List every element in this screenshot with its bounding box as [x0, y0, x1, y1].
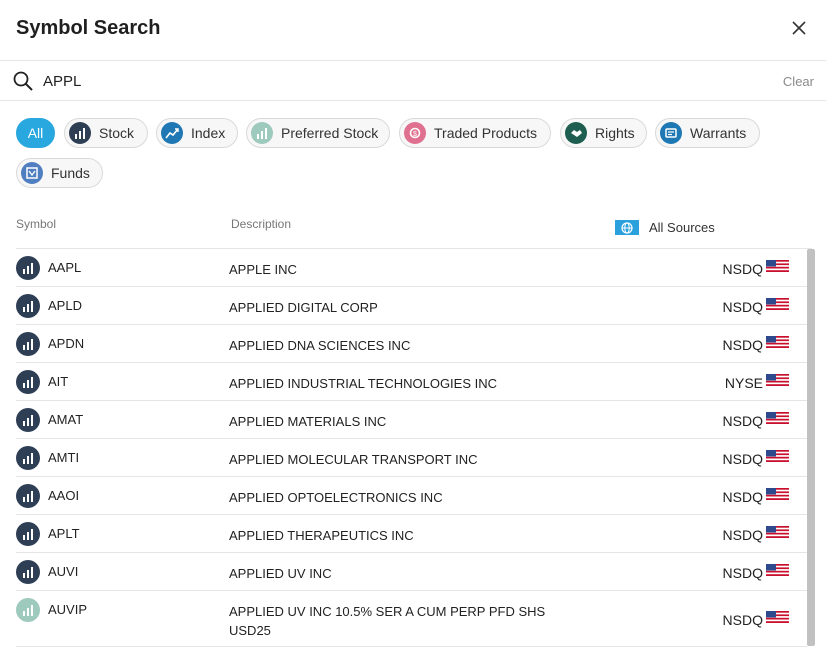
- filter-stock[interactable]: Stock: [64, 118, 148, 148]
- stock-chart-icon: [16, 446, 40, 470]
- table-row[interactable]: AMAT APPLIED MATERIALS INC NSDQ: [16, 401, 807, 439]
- all-sources-dropdown[interactable]: All Sources: [615, 220, 715, 235]
- row-description: APPLIED DNA SCIENCES INC: [229, 338, 411, 353]
- filter-label: Rights: [595, 125, 635, 141]
- filter-all[interactable]: All: [16, 118, 55, 148]
- svg-text:$: $: [413, 131, 417, 138]
- table-row[interactable]: AMTI APPLIED MOLECULAR TRANSPORT INC NSDQ: [16, 439, 807, 477]
- row-symbol: AAOI: [48, 488, 80, 503]
- us-flag-icon: [766, 488, 789, 500]
- stock-chart-icon: [16, 484, 40, 508]
- row-description: APPLIED MOLECULAR TRANSPORT INC: [229, 452, 478, 467]
- row-exchange: NSDQ: [722, 299, 763, 315]
- warrants-icon: [660, 122, 682, 144]
- funds-icon: [21, 162, 43, 184]
- us-flag-icon: [766, 526, 789, 538]
- filter-label: Funds: [51, 165, 90, 181]
- filter-preferred-stock[interactable]: Preferred Stock: [246, 118, 390, 148]
- row-description: APPLIED MATERIALS INC: [229, 414, 387, 429]
- row-description: APPLIED OPTOELECTRONICS INC: [229, 490, 443, 505]
- search-icon: [13, 71, 33, 91]
- row-exchange: NSDQ: [722, 337, 763, 353]
- row-symbol: AUVIP: [48, 602, 88, 617]
- stock-chart-icon: [16, 560, 40, 584]
- row-description: APPLIED DIGITAL CORP: [229, 300, 378, 315]
- stock-chart-icon: [16, 294, 40, 318]
- row-symbol: APDN: [48, 336, 85, 351]
- us-flag-icon: [766, 374, 789, 386]
- scrollbar[interactable]: [807, 249, 815, 646]
- table-row[interactable]: AAOI APPLIED OPTOELECTRONICS INC NSDQ: [16, 477, 807, 515]
- us-flag-icon: [766, 336, 789, 348]
- stock-chart-icon: [16, 332, 40, 356]
- index-trend-icon: [161, 122, 183, 144]
- rights-handshake-icon: [565, 122, 587, 144]
- filter-label: Preferred Stock: [281, 125, 379, 141]
- table-row[interactable]: AAPL APPLE INC NSDQ: [16, 249, 807, 287]
- filter-index[interactable]: Index: [156, 118, 238, 148]
- filter-rights[interactable]: Rights: [560, 118, 647, 148]
- table-row[interactable]: APLT APPLIED THERAPEUTICS INC NSDQ: [16, 515, 807, 553]
- row-description: APPLIED UV INC 10.5% SER A CUM PERP PFD …: [229, 604, 546, 638]
- us-flag-icon: [766, 450, 789, 462]
- row-symbol: APLT: [48, 526, 80, 541]
- column-header-symbol[interactable]: Symbol: [16, 217, 56, 231]
- us-flag-icon: [766, 611, 789, 623]
- globe-icon: [615, 220, 639, 235]
- row-symbol: AMTI: [48, 450, 80, 465]
- filter-label: All: [27, 125, 44, 141]
- table-row[interactable]: AUVIP APPLIED UV INC 10.5% SER A CUM PERP…: [16, 591, 807, 647]
- preferred-stock-icon: [16, 598, 40, 622]
- table-row[interactable]: APDN APPLIED DNA SCIENCES INC NSDQ: [16, 325, 807, 363]
- close-icon[interactable]: [790, 19, 808, 37]
- us-flag-icon: [766, 412, 789, 424]
- stock-chart-icon: [69, 122, 91, 144]
- row-symbol: AAPL: [48, 260, 82, 275]
- all-sources-label: All Sources: [649, 220, 715, 235]
- us-flag-icon: [766, 298, 789, 310]
- row-exchange: NYSE: [724, 375, 763, 391]
- search-input[interactable]: [43, 71, 723, 91]
- filter-label: Warrants: [690, 125, 747, 141]
- traded-products-icon: $: [404, 122, 426, 144]
- clear-button[interactable]: Clear: [783, 74, 814, 89]
- stock-chart-icon: [16, 408, 40, 432]
- table-row[interactable]: AIT APPLIED INDUSTRIAL TECHNOLOGIES INC NY…: [16, 363, 807, 401]
- stock-chart-icon: [16, 256, 40, 280]
- us-flag-icon: [766, 564, 789, 576]
- us-flag-icon: [766, 260, 789, 272]
- search-bar: Clear: [0, 61, 826, 101]
- row-description: APPLIED THERAPEUTICS INC: [229, 528, 414, 543]
- row-exchange: NSDQ: [722, 527, 763, 543]
- dialog-header: Symbol Search: [0, 0, 826, 61]
- row-description: APPLIED INDUSTRIAL TECHNOLOGIES INC: [229, 376, 498, 391]
- table-header: Symbol Description All Sources: [16, 210, 812, 249]
- column-header-description[interactable]: Description: [231, 217, 291, 231]
- stock-chart-icon: [16, 370, 40, 394]
- filter-label: Stock: [99, 125, 135, 141]
- dialog-title: Symbol Search: [16, 17, 161, 39]
- filter-traded-products[interactable]: $ Traded Products: [399, 118, 551, 148]
- filter-label: Index: [191, 125, 226, 141]
- table-row[interactable]: APLD APPLIED DIGITAL CORP NSDQ: [16, 287, 807, 325]
- row-exchange: NSDQ: [722, 489, 763, 505]
- row-exchange: NSDQ: [722, 565, 763, 581]
- filter-label: Traded Products: [434, 125, 537, 141]
- row-exchange: NSDQ: [722, 261, 763, 277]
- preferred-stock-icon: [251, 122, 273, 144]
- row-description: APPLE INC: [229, 262, 297, 277]
- row-exchange: NSDQ: [722, 612, 763, 628]
- row-description: APPLIED UV INC: [229, 566, 332, 581]
- row-symbol: AMAT: [48, 412, 84, 427]
- filter-warrants[interactable]: Warrants: [655, 118, 760, 148]
- row-symbol: AIT: [48, 374, 69, 389]
- row-exchange: NSDQ: [722, 451, 763, 467]
- table-row[interactable]: AUVI APPLIED UV INC NSDQ: [16, 553, 807, 591]
- stock-chart-icon: [16, 522, 40, 546]
- row-symbol: AUVI: [48, 564, 79, 579]
- row-exchange: NSDQ: [722, 413, 763, 429]
- row-symbol: APLD: [48, 298, 82, 313]
- filter-funds[interactable]: Funds: [16, 158, 103, 188]
